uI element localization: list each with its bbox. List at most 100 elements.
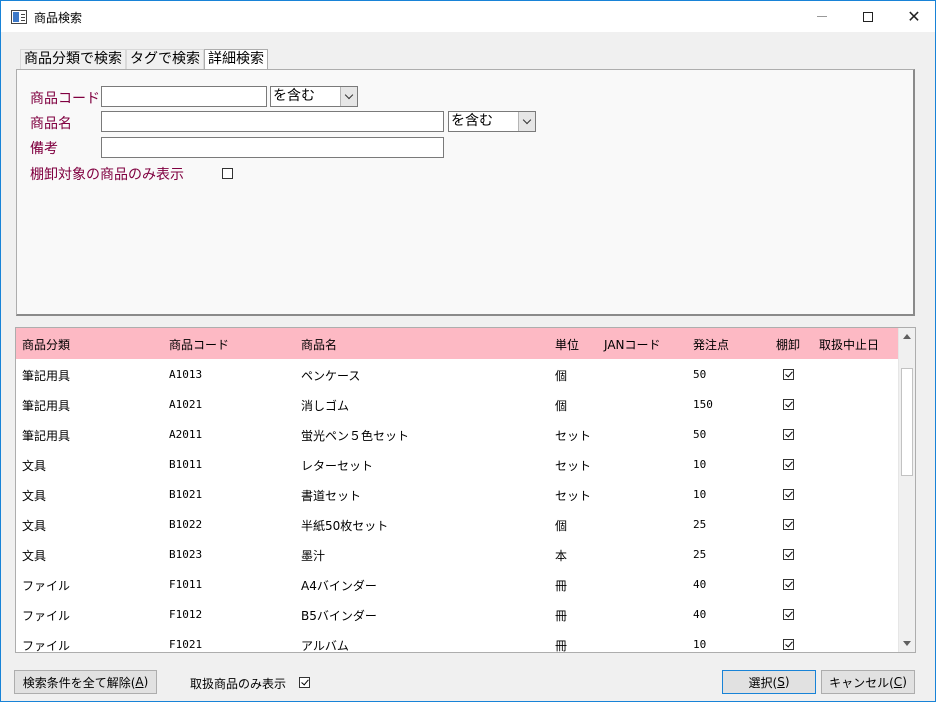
scroll-up-button[interactable] bbox=[899, 328, 915, 345]
product-name-match-value: を含む bbox=[451, 113, 493, 129]
table-row[interactable]: 文具 B1023 墨汁 本 25 bbox=[16, 539, 899, 569]
cell-name: 半紙50枚セット bbox=[301, 519, 389, 533]
product-code-match-select[interactable]: を含む bbox=[270, 86, 358, 107]
cell-code: F1021 bbox=[169, 638, 203, 651]
table-row[interactable]: 筆記用具 A2011 蛍光ペン５色セット セット 50 bbox=[16, 419, 899, 449]
cell-category: 筆記用具 bbox=[22, 369, 71, 383]
cell-stocktake-checkbox[interactable] bbox=[783, 399, 794, 410]
cell-unit: セット bbox=[555, 429, 592, 443]
cell-reorder: 10 bbox=[693, 458, 707, 471]
cell-stocktake-checkbox[interactable] bbox=[783, 459, 794, 470]
cell-reorder: 50 bbox=[693, 428, 707, 441]
table-row[interactable]: 筆記用具 A1021 消しゴム 個 150 bbox=[16, 389, 899, 419]
table-row[interactable]: 文具 B1022 半紙50枚セット 個 25 bbox=[16, 509, 899, 539]
cell-unit: 個 bbox=[555, 519, 568, 533]
tab-category-search[interactable]: 商品分類で検索 bbox=[20, 49, 126, 69]
grid-vertical-scrollbar[interactable] bbox=[898, 328, 915, 652]
cell-unit: 冊 bbox=[555, 579, 568, 593]
column-header-stocktake[interactable]: 棚卸 bbox=[776, 336, 800, 353]
cell-category: ファイル bbox=[22, 579, 71, 593]
cell-name: B5バインダー bbox=[301, 609, 377, 623]
table-row[interactable]: 筆記用具 A1013 ペンケース 個 50 bbox=[16, 359, 899, 389]
select-button[interactable]: 選択(S) bbox=[722, 670, 816, 694]
cell-name: レターセット bbox=[301, 459, 374, 473]
cancel-suffix: ) bbox=[902, 675, 907, 689]
cell-reorder: 40 bbox=[693, 578, 707, 591]
note-input[interactable] bbox=[101, 137, 444, 158]
title-bar: 商品検索 ✕ bbox=[0, 0, 936, 32]
minimize-icon bbox=[817, 16, 827, 17]
tab-detail-search[interactable]: 詳細検索 bbox=[204, 49, 268, 70]
cell-code: A2011 bbox=[169, 428, 203, 441]
table-row[interactable]: ファイル F1021 アルバム 冊 10 bbox=[16, 629, 899, 653]
product-code-match-dropdown[interactable] bbox=[340, 87, 357, 106]
product-name-match-select[interactable]: を含む bbox=[448, 111, 536, 132]
cell-stocktake-checkbox[interactable] bbox=[783, 579, 794, 590]
cell-stocktake-checkbox[interactable] bbox=[783, 369, 794, 380]
cancel-button[interactable]: キャンセル(C) bbox=[821, 670, 915, 694]
column-header-name[interactable]: 商品名 bbox=[301, 336, 337, 353]
cell-unit: 冊 bbox=[555, 639, 568, 653]
cell-category: ファイル bbox=[22, 609, 71, 623]
product-name-match-dropdown[interactable] bbox=[518, 112, 535, 131]
cell-category: 文具 bbox=[22, 459, 47, 473]
select-accesskey: S bbox=[777, 675, 785, 689]
cell-reorder: 150 bbox=[693, 398, 713, 411]
close-icon: ✕ bbox=[907, 6, 921, 26]
cell-reorder: 25 bbox=[693, 518, 707, 531]
cell-code: A1013 bbox=[169, 368, 203, 381]
cell-unit: 冊 bbox=[555, 609, 568, 623]
clear-conditions-button[interactable]: 検索条件を全て解除(A) bbox=[14, 670, 157, 694]
clear-conditions-suffix: ) bbox=[143, 675, 149, 689]
column-header-category[interactable]: 商品分類 bbox=[22, 336, 70, 353]
cell-category: 筆記用具 bbox=[22, 399, 71, 413]
cell-name: アルバム bbox=[301, 639, 349, 653]
cell-stocktake-checkbox[interactable] bbox=[783, 489, 794, 500]
cell-stocktake-checkbox[interactable] bbox=[783, 609, 794, 620]
close-button[interactable]: ✕ bbox=[891, 1, 936, 32]
clear-conditions-accesskey: A bbox=[135, 675, 144, 689]
cell-stocktake-checkbox[interactable] bbox=[783, 429, 794, 440]
chevron-down-icon bbox=[344, 90, 354, 100]
cell-code: A1021 bbox=[169, 398, 203, 411]
product-code-match-value: を含む bbox=[273, 88, 315, 104]
column-header-discontinued[interactable]: 取扱中止日 bbox=[819, 336, 879, 353]
column-header-unit[interactable]: 単位 bbox=[555, 336, 579, 353]
active-only-checkbox[interactable] bbox=[299, 677, 310, 688]
table-row[interactable]: ファイル F1012 B5バインダー 冊 40 bbox=[16, 599, 899, 629]
product-code-input[interactable] bbox=[101, 86, 267, 107]
cell-code: B1021 bbox=[169, 488, 203, 501]
table-row[interactable]: 文具 B1011 レターセット セット 10 bbox=[16, 449, 899, 479]
search-tabs: 商品分類で検索 タグで検索 詳細検索 bbox=[20, 49, 268, 70]
cell-unit: 個 bbox=[555, 369, 568, 383]
product-code-label: 商品コード bbox=[30, 91, 100, 107]
cell-code: F1012 bbox=[169, 608, 203, 621]
product-name-input[interactable] bbox=[101, 111, 444, 132]
window-title: 商品検索 bbox=[34, 11, 83, 25]
cell-stocktake-checkbox[interactable] bbox=[783, 519, 794, 530]
scroll-down-button[interactable] bbox=[899, 635, 915, 652]
maximize-button[interactable] bbox=[845, 1, 891, 32]
cell-name: 消しゴム bbox=[301, 399, 350, 413]
table-row[interactable]: 文具 B1021 書道セット セット 10 bbox=[16, 479, 899, 509]
product-results-grid: 商品分類 商品コード 商品名 単位 JANコード 発注点 棚卸 取扱中止日 筆記… bbox=[15, 327, 916, 653]
cell-stocktake-checkbox[interactable] bbox=[783, 639, 794, 650]
scroll-thumb[interactable] bbox=[901, 368, 913, 476]
chevron-down-icon bbox=[522, 115, 532, 125]
cell-unit: 個 bbox=[555, 399, 568, 413]
column-header-code[interactable]: 商品コード bbox=[169, 336, 229, 353]
cell-stocktake-checkbox[interactable] bbox=[783, 549, 794, 560]
column-header-reorder[interactable]: 発注点 bbox=[693, 336, 729, 353]
grid-header: 商品分類 商品コード 商品名 単位 JANコード 発注点 棚卸 取扱中止日 bbox=[16, 328, 899, 359]
cell-category: 文具 bbox=[22, 489, 47, 503]
stocktake-only-checkbox[interactable] bbox=[222, 168, 233, 179]
tab-tag-search[interactable]: タグで検索 bbox=[126, 49, 204, 69]
minimize-button[interactable] bbox=[799, 1, 845, 32]
column-header-jan[interactable]: JANコード bbox=[604, 336, 661, 353]
cell-code: B1023 bbox=[169, 548, 203, 561]
table-row[interactable]: ファイル F1011 A4バインダー 冊 40 bbox=[16, 569, 899, 599]
cell-category: 文具 bbox=[22, 549, 47, 563]
product-name-label: 商品名 bbox=[30, 116, 72, 132]
cell-category: 筆記用具 bbox=[22, 429, 71, 443]
cell-name: 墨汁 bbox=[301, 549, 326, 563]
